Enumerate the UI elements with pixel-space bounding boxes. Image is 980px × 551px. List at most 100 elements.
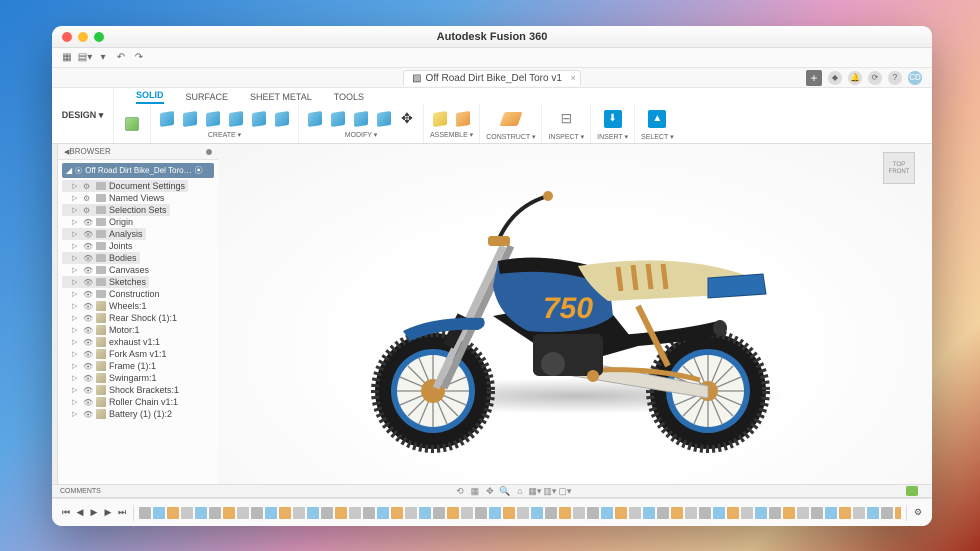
timeline-feature[interactable]: [321, 507, 333, 519]
timeline-feature[interactable]: [685, 507, 697, 519]
timeline-feature[interactable]: [629, 507, 641, 519]
save-icon[interactable]: ▾: [96, 51, 110, 65]
timeline-feature[interactable]: [363, 507, 375, 519]
comments-toggle-icon[interactable]: [906, 486, 918, 496]
timeline-feature[interactable]: [867, 507, 879, 519]
browser-folder[interactable]: ▷ 👁 Construction: [62, 288, 214, 300]
browser-component[interactable]: ▷👁 Roller Chain v1:1: [62, 396, 214, 408]
browser-folder[interactable]: ▷ ⚙ Document Settings: [62, 180, 188, 192]
timeline-feature[interactable]: [615, 507, 627, 519]
timeline-feature[interactable]: [419, 507, 431, 519]
view-cube[interactable]: TOP FRONT: [878, 152, 920, 194]
timeline-feature[interactable]: [601, 507, 613, 519]
browser-folder[interactable]: ▷ 👁 Analysis: [62, 228, 146, 240]
timeline-feature[interactable]: [335, 507, 347, 519]
joint-icon[interactable]: [453, 109, 473, 129]
grid-settings-icon[interactable]: ▥▾: [545, 486, 555, 496]
move-icon[interactable]: ✥: [397, 109, 417, 129]
orbit-icon[interactable]: ⟲: [455, 486, 465, 496]
create-group-label[interactable]: CREATE ▾: [208, 131, 241, 139]
timeline-feature[interactable]: [727, 507, 739, 519]
timeline-feature[interactable]: [181, 507, 193, 519]
timeline-feature[interactable]: [517, 507, 529, 519]
browser-folder[interactable]: ▷ 👁 Bodies: [62, 252, 140, 264]
timeline-feature[interactable]: [447, 507, 459, 519]
browser-folder[interactable]: ▷ ⚙ Named Views: [62, 192, 214, 204]
hole-icon[interactable]: [272, 109, 292, 129]
timeline-feature[interactable]: [643, 507, 655, 519]
measure-icon[interactable]: ⊟: [554, 107, 578, 131]
timeline-feature[interactable]: [699, 507, 711, 519]
extrude-icon[interactable]: [157, 109, 177, 129]
close-window-button[interactable]: [62, 32, 72, 42]
timeline-feature[interactable]: [783, 507, 795, 519]
emboss-icon[interactable]: [249, 109, 269, 129]
ribbon-tab-sheet-metal[interactable]: SHEET METAL: [250, 92, 312, 104]
timeline-feature[interactable]: [139, 507, 151, 519]
timeline-feature[interactable]: [251, 507, 263, 519]
ribbon-tab-tools[interactable]: TOOLS: [334, 92, 364, 104]
select-icon[interactable]: ▲: [645, 107, 669, 131]
timeline-feature[interactable]: [811, 507, 823, 519]
new-sketch-icon[interactable]: [120, 112, 144, 136]
browser-component[interactable]: ▷👁 Battery (1) (1):2: [62, 408, 214, 420]
fit-icon[interactable]: ⌂: [515, 486, 525, 496]
timeline-feature[interactable]: [223, 507, 235, 519]
timeline-feature[interactable]: [503, 507, 515, 519]
timeline-history[interactable]: [139, 507, 901, 519]
viewport-settings-icon[interactable]: ▢▾: [560, 486, 570, 496]
timeline-feature[interactable]: [153, 507, 165, 519]
redo-icon[interactable]: ↷: [132, 51, 146, 65]
browser-component[interactable]: ▷👁 exhaust v1:1: [62, 336, 214, 348]
timeline-feature[interactable]: [559, 507, 571, 519]
timeline-feature[interactable]: [573, 507, 585, 519]
assemble-group-label[interactable]: ASSEMBLE ▾: [430, 131, 473, 139]
timeline-step-back-button[interactable]: ◀: [74, 507, 86, 519]
timeline-end-button[interactable]: ⏭: [116, 507, 128, 519]
browser-folder[interactable]: ▷ 👁 Canvases: [62, 264, 214, 276]
browser-component[interactable]: ▷👁 Frame (1):1: [62, 360, 214, 372]
modify-group-label[interactable]: MODIFY ▾: [345, 131, 378, 139]
loft-icon[interactable]: [226, 109, 246, 129]
document-tab[interactable]: ▧ Off Road Dirt Bike_Del Toro v1 ×: [403, 70, 581, 86]
browser-component[interactable]: ▷👁 Motor:1: [62, 324, 214, 336]
timeline-feature[interactable]: [377, 507, 389, 519]
sweep-icon[interactable]: [203, 109, 223, 129]
browser-root-node[interactable]: ◢⦿ Off Road Dirt Bike_Del Toro… ⦿: [62, 163, 214, 178]
browser-component[interactable]: ▷👁 Swingarm:1: [62, 372, 214, 384]
timeline-feature[interactable]: [853, 507, 865, 519]
fillet-icon[interactable]: [328, 109, 348, 129]
timeline-step-forward-button[interactable]: ▶: [102, 507, 114, 519]
insert-icon[interactable]: ⬇: [601, 107, 625, 131]
shell-icon[interactable]: [351, 109, 371, 129]
browser-options-icon[interactable]: [206, 149, 212, 155]
timeline-feature[interactable]: [475, 507, 487, 519]
timeline-feature[interactable]: [755, 507, 767, 519]
viewport-canvas[interactable]: TOP FRONT: [218, 144, 932, 484]
browser-folder[interactable]: ▷ ⚙ Selection Sets: [62, 204, 170, 216]
timeline-feature[interactable]: [405, 507, 417, 519]
zoom-icon[interactable]: 🔍: [500, 486, 510, 496]
timeline-feature[interactable]: [391, 507, 403, 519]
timeline-feature[interactable]: [881, 507, 893, 519]
look-icon[interactable]: ▦: [470, 486, 480, 496]
timeline-feature[interactable]: [195, 507, 207, 519]
timeline-feature[interactable]: [713, 507, 725, 519]
user-avatar[interactable]: CD: [908, 71, 922, 85]
construct-group-label[interactable]: CONSTRUCT ▾: [486, 133, 535, 141]
comments-label[interactable]: COMMENTS: [60, 488, 101, 495]
select-group-label[interactable]: SELECT ▾: [641, 133, 674, 141]
ribbon-tab-solid[interactable]: SOLID: [136, 90, 164, 104]
browser-component[interactable]: ▷👁 Shock Brackets:1: [62, 384, 214, 396]
browser-header[interactable]: ◀ BROWSER: [58, 144, 218, 160]
help-icon[interactable]: ?: [888, 71, 902, 85]
new-component-icon[interactable]: [430, 109, 450, 129]
timeline-feature[interactable]: [265, 507, 277, 519]
minimize-window-button[interactable]: [78, 32, 88, 42]
browser-component[interactable]: ▷👁 Rear Shock (1):1: [62, 312, 214, 324]
construct-plane-icon[interactable]: [499, 107, 523, 131]
timeline-feature[interactable]: [209, 507, 221, 519]
timeline-feature[interactable]: [433, 507, 445, 519]
notifications-icon[interactable]: 🔔: [848, 71, 862, 85]
browser-folder[interactable]: ▷ 👁 Joints: [62, 240, 214, 252]
